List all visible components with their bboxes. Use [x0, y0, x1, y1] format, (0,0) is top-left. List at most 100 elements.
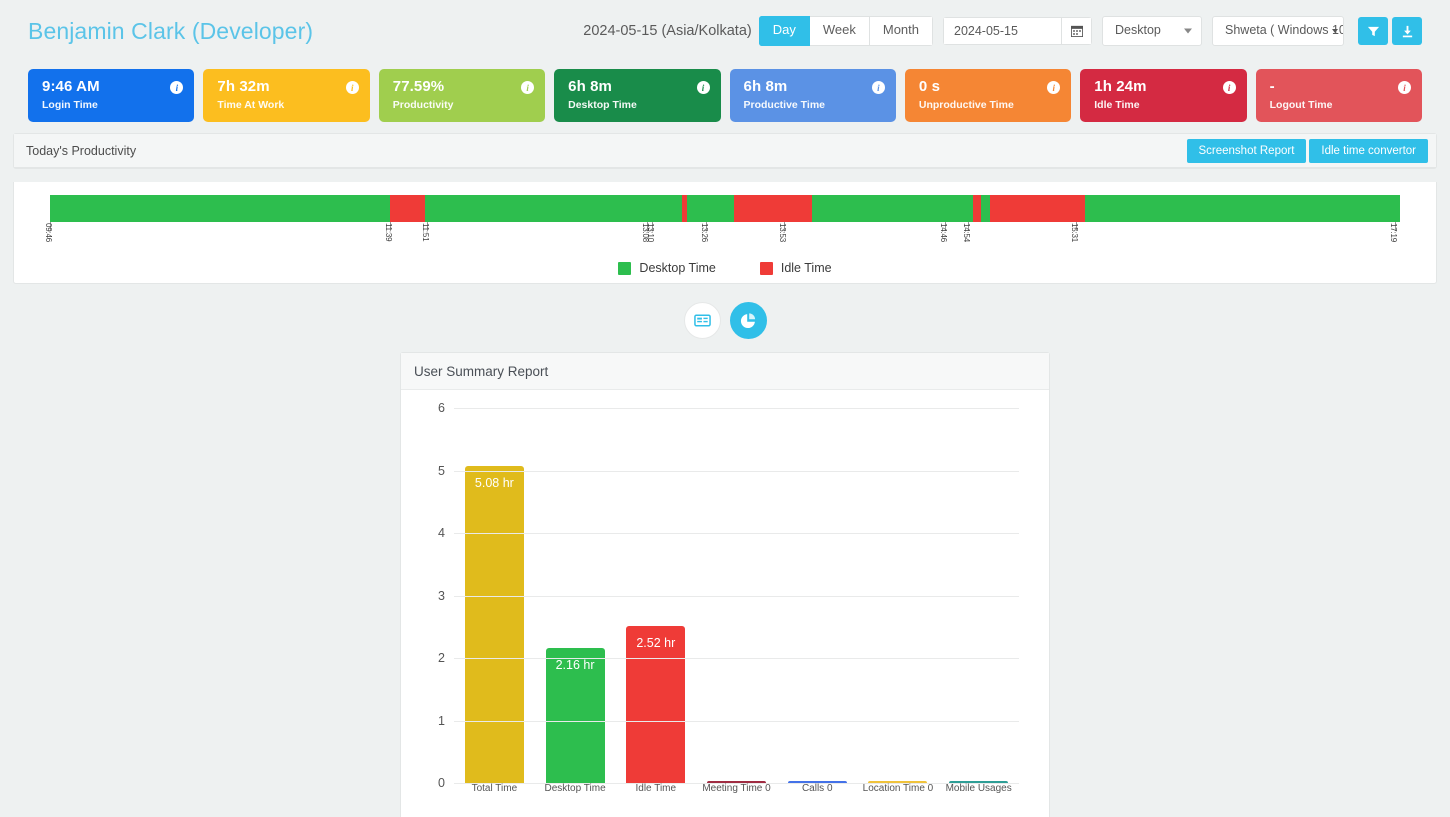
chevron-down-icon — [1184, 28, 1192, 34]
chart-y-tick-label: 1 — [438, 713, 445, 728]
chart-view-toggle[interactable] — [729, 302, 767, 339]
kpi-label: Desktop Time — [568, 99, 637, 112]
kpi-label: Productivity — [392, 99, 454, 112]
date-input[interactable] — [943, 17, 1061, 45]
timeline-tick-label: 13:10 — [646, 223, 656, 243]
chart-x-tick-label: Mobile Usages — [945, 783, 1012, 794]
timeline-tick-label: 11:39 — [384, 223, 394, 242]
kpi-card-login-time: 9:46 AM Login Time i — [28, 69, 195, 122]
screenshot-report-button[interactable]: Screenshot Report — [1186, 138, 1307, 163]
info-icon[interactable]: i — [1222, 81, 1236, 94]
table-view-toggle[interactable] — [683, 302, 721, 339]
range-button-day[interactable]: Day — [758, 16, 810, 46]
date-field — [943, 17, 1092, 45]
legend-swatch — [618, 261, 632, 275]
kpi-cards: 9:46 AM Login Time i 7h 32m Time At Work… — [0, 62, 1450, 122]
info-icon[interactable]: i — [345, 81, 359, 94]
info-icon[interactable]: i — [696, 81, 710, 94]
chart-gridline: 2 — [438, 651, 1019, 665]
info-icon[interactable]: i — [1398, 81, 1411, 94]
kpi-card-logout-time: - Logout Time i — [1255, 69, 1422, 122]
chart-y-tick-label: 3 — [438, 588, 445, 603]
kpi-label: Unproductive Time — [918, 99, 1014, 112]
user-summary-report-card: User Summary Report 5.08 hr 2.16 hr 2.52 h… — [400, 352, 1050, 817]
filter-icon — [1367, 26, 1379, 36]
chart-x-axis: Total Time Desktop Time Idle Time Meeting T… — [454, 783, 1019, 794]
chart-y-tick-label: 0 — [438, 776, 445, 790]
filter-button[interactable] — [1358, 17, 1388, 45]
table-view-icon — [693, 314, 711, 327]
timeline-tick: 09:46 — [44, 222, 53, 242]
chart-bar[interactable]: 2.16 hr — [545, 648, 605, 783]
kpi-card-unproductive-time: 0 s Unproductive Time i — [904, 69, 1072, 122]
kpi-card-idle-time: 1h 24m Idle Time i — [1080, 69, 1247, 122]
chart-x-tick-label: Meeting Time 0 — [702, 783, 771, 794]
range-button-month[interactable]: Month — [869, 16, 933, 46]
timeline-segment-desktop[interactable] — [425, 195, 682, 222]
top-bar-controls: 2024-05-15 (Asia/Kolkata) Day Week Month… — [583, 16, 1422, 46]
chart-gridline: 5 — [438, 464, 1019, 478]
kpi-value: 7h 32m — [217, 78, 270, 95]
chart-gridline: 6 — [438, 401, 1019, 415]
timeline-tick-label: 13:53 — [778, 223, 788, 243]
kpi-label: Logout Time — [1269, 99, 1333, 112]
chart-x-tick-label: Idle Time — [635, 783, 677, 794]
chart-bar[interactable]: 5.08 hr — [464, 465, 524, 783]
chart-x-tick-label: Desktop Time — [544, 783, 606, 794]
timeline-segment-desktop[interactable] — [686, 195, 734, 222]
chart-gridline: 4 — [438, 526, 1019, 540]
timeline-tick: 13:10 — [646, 222, 655, 242]
timeline-tick: 15:31 — [1070, 222, 1079, 242]
productivity-panel-title: Today's Productivity — [26, 143, 137, 158]
chart-bar[interactable]: 2.52 hr — [626, 625, 686, 783]
kpi-value: - — [1269, 78, 1275, 95]
kpi-value: 77.59% — [392, 78, 445, 95]
chart-y-tick-label: 6 — [438, 401, 445, 415]
timeline-segment-desktop[interactable] — [980, 195, 991, 222]
timezone-label: 2024-05-15 (Asia/Kolkata) — [583, 23, 752, 39]
range-button-week[interactable]: Week — [809, 16, 870, 46]
chart-y-tick-label: 4 — [438, 526, 445, 540]
timeline-panel: 09:46 11:39 11:51 13:08 13:10 13:26 13:53 14:46… — [13, 182, 1437, 284]
timeline-segment-desktop[interactable] — [1084, 195, 1400, 222]
chart-x-tick-label: Calls 0 — [801, 783, 833, 794]
timeline-bar[interactable] — [50, 195, 1400, 222]
timeline-segment-idle[interactable] — [390, 195, 426, 222]
chart-gridline: 1 — [438, 714, 1019, 728]
timeline-tick: 17:19 — [1389, 222, 1398, 242]
calendar-icon[interactable] — [1061, 17, 1092, 45]
user-select[interactable]: Shweta ( Windows 10 F — [1212, 16, 1344, 46]
info-icon[interactable]: i — [871, 81, 885, 94]
timeline-tick-label: 09:46 — [44, 223, 53, 243]
timeline-tick: 11:39 — [384, 222, 393, 241]
productivity-panel-header: Today's Productivity Screenshot Report I… — [13, 133, 1437, 169]
chart-bar-value-label: 5.08 hr — [474, 475, 514, 490]
timeline-segment-idle[interactable] — [733, 195, 813, 222]
timeline-segment-desktop[interactable] — [50, 195, 391, 222]
kpi-value: 6h 8m — [743, 78, 788, 95]
legend-label: Idle Time — [780, 261, 832, 275]
legend-item-desktop-time: Desktop Time — [618, 261, 716, 275]
timeline-segment-desktop[interactable] — [812, 195, 973, 222]
download-button[interactable] — [1392, 17, 1422, 45]
timeline-tick-label: 14:46 — [939, 223, 949, 243]
top-bar: Benjamin Clark (Developer) 2024-05-15 (A… — [0, 0, 1450, 62]
timeline-segment-idle[interactable] — [990, 195, 1085, 222]
timeline-tick: 11:51 — [421, 222, 430, 241]
idle-time-convertor-button[interactable]: Idle time convertor — [1309, 138, 1428, 163]
kpi-card-time-at-work: 7h 32m Time At Work i — [203, 69, 370, 122]
chevron-down-icon — [1332, 29, 1338, 33]
timeline-tick: 13:26 — [700, 222, 709, 242]
timeline-tick: 14:54 — [962, 222, 971, 242]
chart-bar-value-label: 2.52 hr — [636, 635, 676, 650]
timeline-segment-idle[interactable] — [972, 195, 981, 222]
timeline-tick-label: 15:31 — [1070, 223, 1079, 243]
device-select[interactable]: Desktop — [1102, 16, 1202, 46]
kpi-label: Login Time — [42, 99, 98, 112]
pie-chart-icon — [740, 312, 756, 328]
chart-y-tick-label: 5 — [438, 463, 445, 478]
kpi-value: 9:46 AM — [42, 78, 100, 95]
timeline-tick: 13:53 — [778, 222, 787, 242]
timeline-tick-label: 14:54 — [962, 223, 971, 243]
chart-x-tick-label: Location Time 0 — [862, 783, 934, 794]
